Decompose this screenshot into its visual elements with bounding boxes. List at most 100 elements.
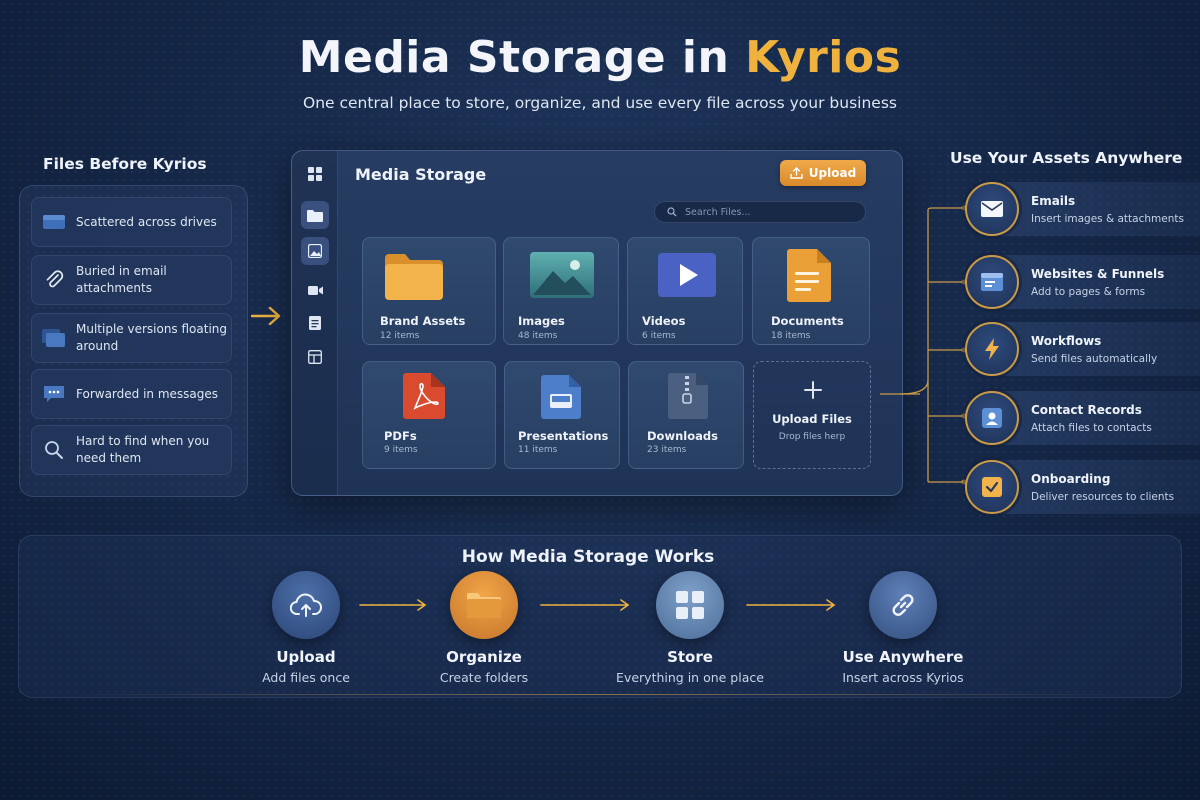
grid-icon [656,571,724,639]
search-icon [667,207,677,217]
document-icon[interactable] [301,309,329,337]
plus-icon [804,381,822,399]
folder-icon [385,254,443,300]
step-organize: Organize Create folders [394,571,574,685]
pdf-icon [403,373,445,419]
card-count: 9 items [384,445,418,455]
step-upload: Upload Add files once [216,571,396,685]
lightning-icon [965,322,1019,376]
step-use-anywhere: Use Anywhere Insert across Kyrios [813,571,993,685]
use-item-desc: Insert images & attachments [1031,212,1184,225]
window-title: Media Storage [355,165,487,184]
upload-button-label: Upload [808,166,857,180]
card-count: 48 items [518,331,558,341]
upload-card-hint: Drop files herp [778,432,846,442]
before-item-drives: Scattered across drives [31,197,232,247]
page-subtitle: One central place to store, organize, an… [303,94,897,112]
paperclip-icon [32,269,76,291]
image-icon [530,252,594,298]
use-item-workflows[interactable]: Workflows Send files automatically [965,322,1200,376]
before-item-search: Hard to find when you need them [31,425,232,475]
card-name: Videos [642,314,686,328]
use-item-title: Workflows [1031,333,1102,348]
step-title: Store [667,648,713,666]
folder-card-documents[interactable]: Documents 18 items [752,237,870,345]
folder-card-presentations[interactable]: Presentations 11 items [504,361,620,469]
before-item-email: Buried in email attachments [31,255,232,305]
drive-icon [32,213,76,231]
video-icon [658,253,716,297]
card-name: PDFs [384,429,417,443]
arrow-icon [250,306,281,326]
use-item-title: Websites & Funnels [1031,266,1165,281]
use-item-title: Onboarding [1031,471,1111,486]
step-desc: Everything in one place [616,670,764,685]
before-item-versions: Multiple versions floating around [31,313,232,363]
divider [60,694,1140,695]
document-icon [787,249,831,302]
use-item-desc: Add to pages & forms [1031,285,1146,298]
title-accent: Kyrios [745,32,902,83]
step-store: Store Everything in one place [600,571,780,685]
search-input[interactable] [685,206,845,218]
upload-icon [790,167,803,179]
card-count: 12 items [380,331,420,341]
zip-icon [668,373,708,419]
use-item-desc: Attach files to contacts [1031,421,1152,434]
before-item-messages: Forwarded in messages [31,369,232,419]
anywhere-heading: Use Your Assets Anywhere [950,149,1183,167]
folder-card-videos[interactable]: Videos 6 items [627,237,743,345]
step-title: Organize [446,648,522,666]
use-item-desc: Send files automatically [1031,352,1158,365]
use-item-title: Contact Records [1031,402,1142,417]
presentation-icon [541,375,581,419]
folders-icon [32,327,76,349]
step-desc: Create folders [439,670,529,685]
before-heading: Files Before Kyrios [43,155,207,173]
search-bar[interactable] [654,201,866,223]
upload-card-title: Upload Files [772,412,852,426]
use-item-websites[interactable]: Websites & Funnels Add to pages & forms [965,255,1200,309]
card-name: Downloads [647,429,718,443]
use-item-emails[interactable]: Emails Insert images & attachments [965,182,1200,236]
window-sidebar [292,151,338,495]
page-title: Media Storage in Kyrios [0,32,1200,83]
search-icon [32,439,76,461]
use-item-desc: Deliver resources to clients [1031,490,1175,503]
card-name: Documents [771,314,844,328]
grid-icon[interactable] [301,160,329,188]
use-item-title: Emails [1031,193,1076,208]
card-count: 18 items [771,331,811,341]
message-icon [32,384,76,404]
folder-card-pdfs[interactable]: PDFs 9 items [362,361,496,469]
folder-card-brand-assets[interactable]: Brand Assets 12 items [362,237,496,345]
folder-icon[interactable] [301,201,329,229]
card-count: 6 items [642,331,676,341]
step-desc: Insert across Kyrios [842,670,964,685]
image-icon[interactable] [301,237,329,265]
browser-icon [965,255,1019,309]
upload-button[interactable]: Upload [780,160,866,186]
checkbox-icon [965,460,1019,514]
folder-card-images[interactable]: Images 48 items [503,237,619,345]
card-count: 23 items [647,445,687,455]
layout-icon[interactable] [301,343,329,371]
media-storage-window: Media Storage Upload Brand Assets 12 ite… [291,150,903,496]
use-item-onboarding[interactable]: Onboarding Deliver resources to clients [965,460,1200,514]
step-desc: Add files once [262,670,350,685]
card-name: Brand Assets [380,314,466,328]
folder-icon [450,571,518,639]
card-name: Images [518,314,565,328]
step-title: Use Anywhere [842,648,964,666]
cloud-upload-icon [272,571,340,639]
contact-card-icon [965,391,1019,445]
how-heading: How Media Storage Works [461,547,715,567]
video-icon[interactable] [301,276,329,304]
card-name: Presentations [518,429,609,443]
connector-lines [880,205,967,485]
use-item-contact-records[interactable]: Contact Records Attach files to contacts [965,391,1200,445]
step-title: Upload [276,648,336,666]
upload-files-dropzone[interactable]: Upload Files Drop files herp [753,361,871,469]
folder-card-downloads[interactable]: Downloads 23 items [628,361,744,469]
mail-icon [965,182,1019,236]
